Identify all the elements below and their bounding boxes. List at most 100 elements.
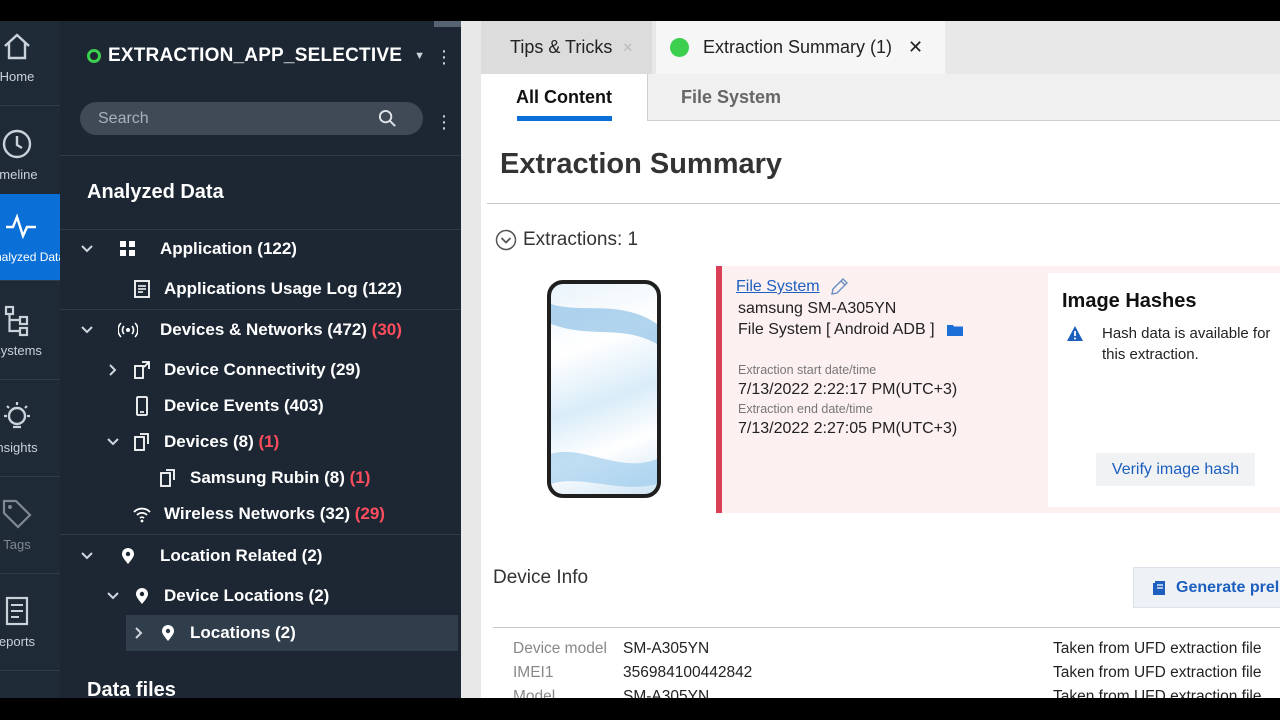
verify-image-hash-button[interactable]: Verify image hash [1096, 453, 1255, 486]
extractions-header[interactable]: Extractions: 1 [495, 229, 638, 251]
tree-item-devices[interactable]: Devices (8) (1) [60, 424, 461, 460]
tree-label: Device Events (403) [164, 396, 324, 415]
tree-alert-count: (1) [258, 432, 280, 451]
tree-label: Device Connectivity (29) [164, 360, 361, 379]
tag-icon [2, 499, 32, 529]
tree-item-devices-networks[interactable]: Devices & Networks (472) (30) [60, 312, 461, 348]
subtab-label: File System [680, 87, 782, 107]
close-icon[interactable]: ✕ [622, 40, 633, 56]
case-selector[interactable]: EXTRACTION_APP_SELECTIVE ▼ [60, 31, 461, 81]
rail-item-systems[interactable]: Systems [0, 283, 60, 380]
chevron-right-icon[interactable] [106, 363, 120, 377]
tree-item-application[interactable]: Application (122) [60, 231, 461, 267]
rail-item-reports[interactable]: eports [0, 574, 60, 671]
start-label: Extraction start date/time [738, 363, 877, 377]
generate-report-button[interactable]: Generate preli [1133, 567, 1280, 608]
warning-icon [1067, 326, 1083, 341]
location-pin-icon [122, 548, 134, 564]
rail-item-tags[interactable]: Tags [0, 477, 60, 574]
tab-bar: Tips & Tricks ✕ Extraction Summary (1) ✕ [461, 21, 1280, 74]
hash-message: Hash data is available for this extracti… [1102, 325, 1271, 363]
tab-label: Extraction Summary (1) [703, 37, 893, 57]
hash-title: Image Hashes [1062, 290, 1197, 312]
tree-label: Wireless Networks (32) [164, 504, 350, 523]
tree-item-device-connectivity[interactable]: Device Connectivity (29) [60, 352, 461, 388]
tab-file-system[interactable]: File System [648, 74, 814, 121]
tree-item-applications-usage-log[interactable]: Applications Usage Log (122) [60, 271, 461, 307]
subtab-label: All Content [516, 87, 612, 107]
tab-all-content[interactable]: All Content [481, 74, 648, 121]
log-icon [134, 280, 150, 298]
rail-label: nalyzed Data [0, 250, 60, 264]
case-menu-icon[interactable]: · · · [439, 41, 449, 73]
row-key: Device model [513, 640, 607, 657]
chevron-right-icon[interactable] [132, 626, 146, 640]
collapse-circle-icon[interactable] [495, 229, 517, 251]
page-title: Extraction Summary [500, 148, 783, 180]
row-source: Taken from UFD extraction file [1053, 688, 1262, 698]
case-name: EXTRACTION_APP_SELECTIVE [108, 45, 403, 66]
rail-item-home[interactable]: Home [0, 21, 60, 106]
section-title-data-files: Data files [87, 679, 176, 698]
extraction-card: File System samsung SM-A305YN File Syste… [716, 266, 1280, 513]
row-key: Model [513, 688, 556, 698]
rail-label: nsights [0, 440, 38, 455]
device-info-row: Model SM-A305YN Taken from UFD extractio… [513, 688, 1280, 698]
tree-item-samsung-rubin[interactable]: Samsung Rubin (8) (1) [60, 460, 461, 496]
device-phone-image [547, 280, 661, 498]
extraction-method: File System [ Android ADB ] [738, 321, 963, 339]
nav-rail: Home imeline nalyzed Data Systems nsight… [0, 21, 60, 698]
home-icon [4, 33, 30, 60]
tree-alert-count: (29) [354, 504, 385, 523]
divider [60, 534, 461, 535]
rail-item-insights[interactable]: nsights [0, 380, 60, 477]
divider [60, 155, 461, 156]
chevron-down-icon[interactable] [80, 242, 94, 256]
pencil-icon[interactable] [828, 276, 850, 298]
hierarchy-icon [4, 305, 29, 337]
tree-item-wireless-networks[interactable]: Wireless Networks (32) (29) [60, 496, 461, 532]
tab-extraction-summary[interactable]: Extraction Summary (1) ✕ [656, 21, 945, 74]
rail-label: imeline [0, 167, 38, 182]
report-icon [5, 596, 29, 626]
rail-label: Systems [0, 343, 42, 358]
tree-item-locations[interactable]: Locations (2) [126, 615, 458, 651]
divider [493, 627, 1280, 628]
device-link-icon [134, 361, 150, 379]
tree-item-location-related[interactable]: Location Related (2) [60, 538, 461, 574]
panel-scrollbar[interactable] [434, 21, 461, 27]
end-label: Extraction end date/time [738, 402, 873, 416]
rail-item-analyzed-data[interactable]: nalyzed Data [0, 194, 60, 281]
end-value: 7/13/2022 2:27:05 PM(UTC+3) [738, 420, 958, 437]
search-box [80, 102, 423, 135]
chevron-down-icon[interactable] [106, 435, 120, 449]
rail-item-timeline[interactable]: imeline [0, 107, 60, 204]
chevron-down-icon[interactable] [106, 589, 120, 603]
close-icon[interactable]: ✕ [908, 37, 923, 58]
analyzed-data-panel: EXTRACTION_APP_SELECTIVE ▼ ··· ··· Analy… [60, 21, 461, 698]
search-icon[interactable] [378, 109, 397, 128]
search-menu-icon[interactable]: · · · [439, 106, 449, 138]
device-info-title: Device Info [493, 567, 589, 588]
image-hashes-box: Image Hashes Hash data is available for … [1048, 273, 1280, 507]
tab-tips-tricks[interactable]: Tips & Tricks ✕ [481, 21, 652, 74]
tree-label: Applications Usage Log (122) [164, 279, 403, 298]
chevron-down-icon[interactable] [80, 323, 94, 337]
tree-item-device-locations[interactable]: Device Locations (2) [60, 578, 461, 614]
tree-label: Samsung Rubin (8) [190, 468, 345, 487]
broadcast-icon [118, 322, 138, 338]
main-area: Tips & Tricks ✕ Extraction Summary (1) ✕… [461, 21, 1280, 698]
phone-screen-art [551, 304, 657, 487]
start-value: 7/13/2022 2:22:17 PM(UTC+3) [738, 381, 958, 398]
search-input[interactable] [98, 109, 368, 128]
file-system-link[interactable]: File System [736, 276, 850, 298]
folder-icon[interactable] [946, 324, 963, 336]
extractions-count: Extractions: 1 [523, 229, 639, 250]
chevron-down-icon[interactable] [80, 549, 94, 563]
rail-label: Home [0, 69, 35, 84]
row-source: Taken from UFD extraction file [1053, 640, 1262, 657]
tab-label: Tips & Tricks [510, 37, 613, 57]
tree-item-device-events[interactable]: Device Events (403) [60, 388, 461, 424]
row-source: Taken from UFD extraction file [1053, 664, 1262, 681]
method-label: File System [ Android ADB ] [738, 321, 935, 338]
